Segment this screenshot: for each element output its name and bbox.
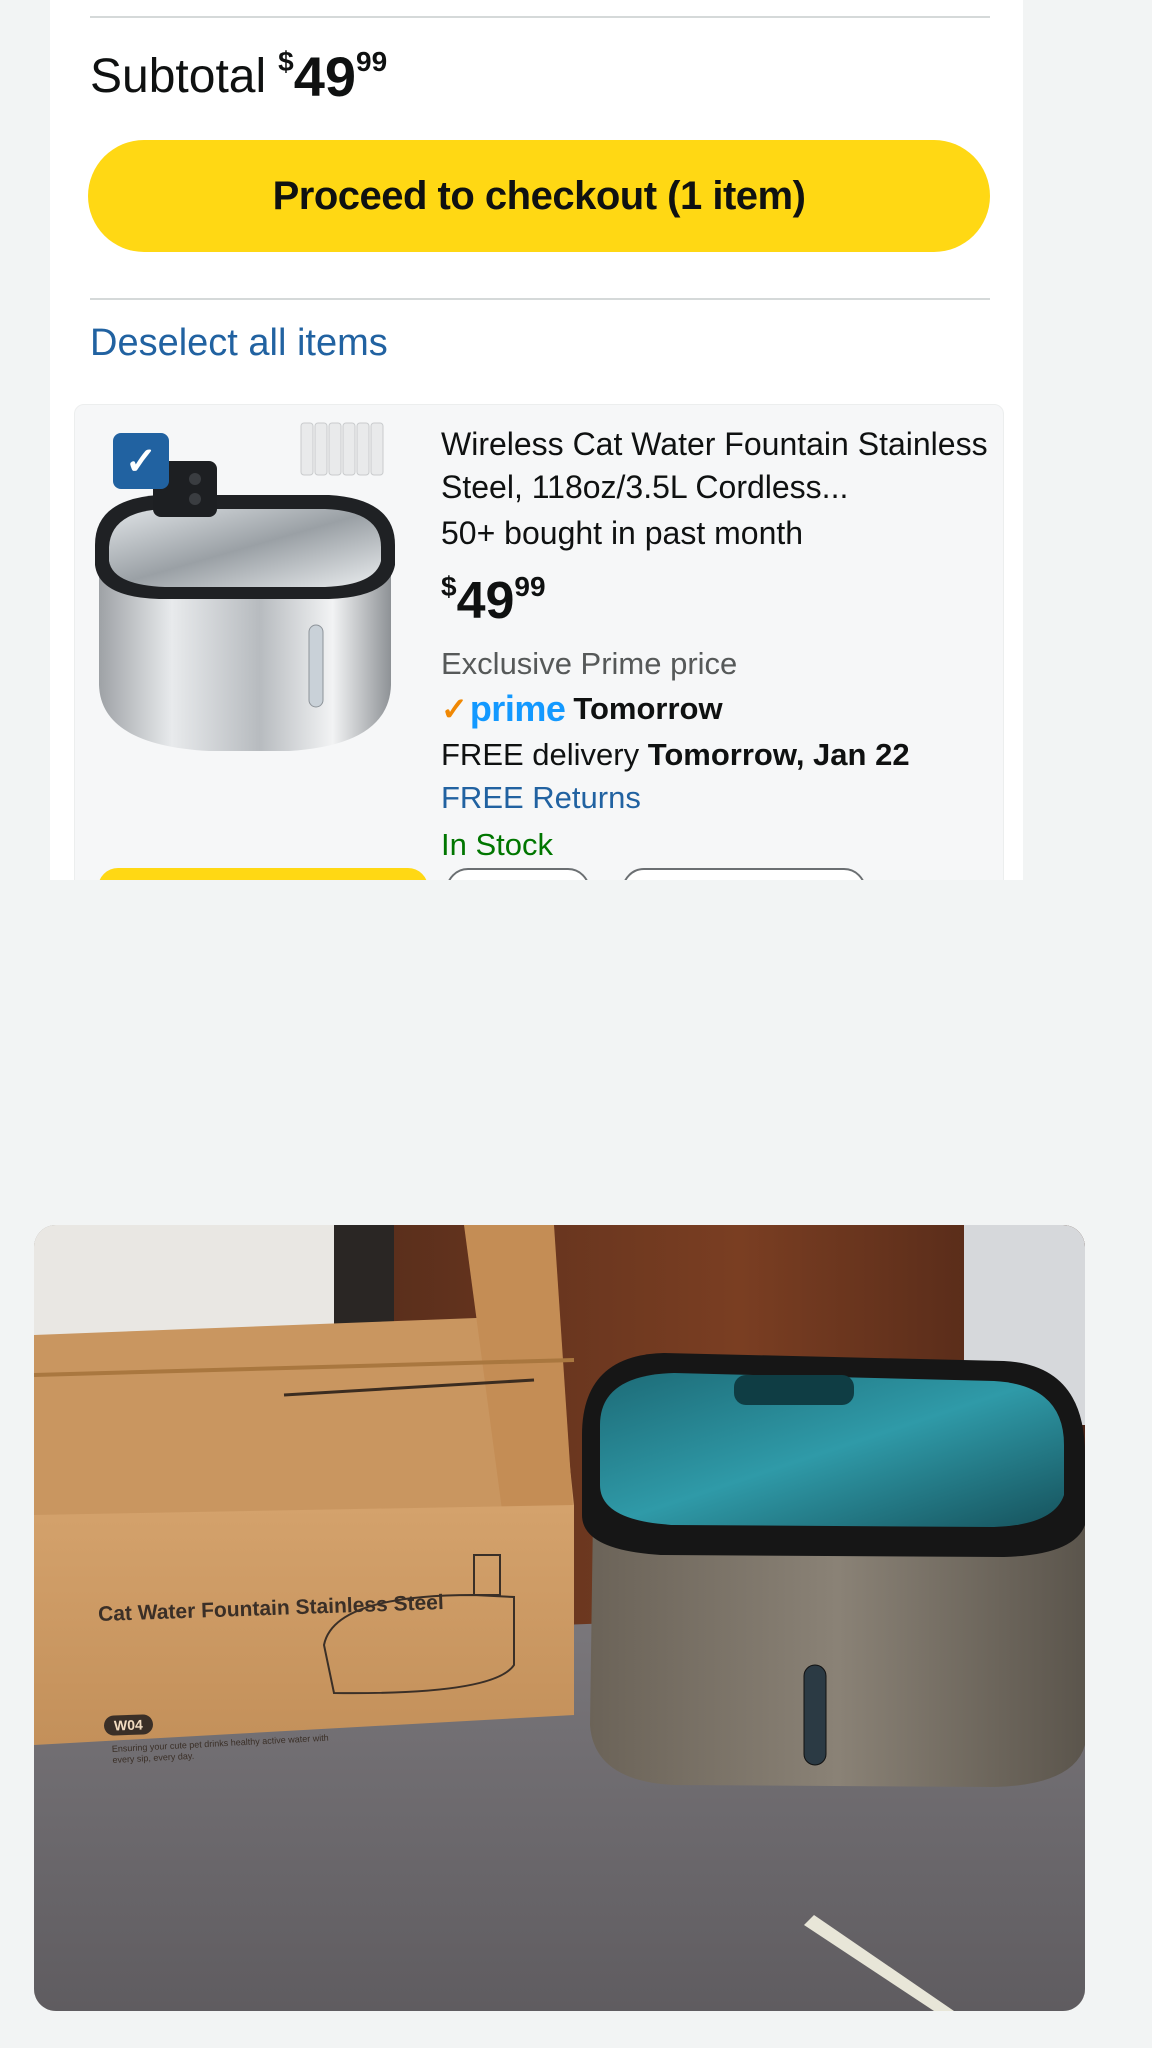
prime-delivery-day: Tomorrow — [573, 691, 723, 726]
quantity-control-partial[interactable] — [98, 868, 428, 880]
free-delivery-line: FREE delivery Tomorrow, Jan 22 — [441, 733, 1001, 777]
top-divider — [90, 16, 990, 18]
checkmark-icon: ✓ — [125, 440, 157, 483]
delivery-prefix: FREE delivery — [441, 737, 640, 772]
item-price-fraction: 99 — [514, 571, 546, 602]
delete-button-partial[interactable] — [446, 868, 590, 880]
save-for-later-button-partial[interactable] — [622, 868, 866, 880]
item-select-checkbox[interactable]: ✓ — [113, 433, 169, 489]
item-price-whole: 49 — [456, 572, 515, 630]
subtotal-label: Subtotal — [90, 50, 267, 103]
box-model-code: W04 — [103, 1714, 154, 1736]
prime-check-icon: ✓ — [441, 691, 468, 727]
cart-screenshot: Subtotal $ 49 99 Proceed to checkout (1 … — [50, 0, 1023, 880]
stock-status: In Stock — [441, 827, 553, 862]
prime-price-note: Exclusive Prime price — [441, 646, 738, 681]
item-details: Wireless Cat Water Fountain Stainless St… — [441, 423, 1001, 867]
bought-count: 50+ bought in past month — [441, 515, 804, 551]
subtotal-whole: 49 — [293, 45, 357, 108]
item-price-currency: $ — [441, 571, 457, 602]
subtotal-currency: $ — [278, 46, 294, 77]
item-title[interactable]: Wireless Cat Water Fountain Stainless St… — [441, 423, 1001, 509]
prime-delivery-line: ✓ prime Tomorrow — [441, 687, 1001, 731]
item-price: $ 49 99 — [441, 569, 546, 633]
delivery-date: Tomorrow, Jan 22 — [647, 737, 910, 772]
subtotal: Subtotal $ 49 99 — [90, 42, 387, 112]
subtotal-price: $ 49 99 — [278, 42, 387, 112]
subtotal-fraction: 99 — [356, 46, 388, 77]
checkout-divider — [90, 298, 990, 300]
proceed-to-checkout-button[interactable]: Proceed to checkout (1 item) — [88, 140, 990, 252]
prime-logo: prime — [469, 688, 566, 729]
filter-cartridges — [300, 422, 384, 476]
cart-item-card: ✓ Wireless Cat Water Fountain Stainless … — [74, 404, 1004, 880]
deselect-all-items-link[interactable]: Deselect all items — [90, 322, 388, 365]
free-returns-link[interactable]: FREE Returns — [441, 777, 1001, 819]
